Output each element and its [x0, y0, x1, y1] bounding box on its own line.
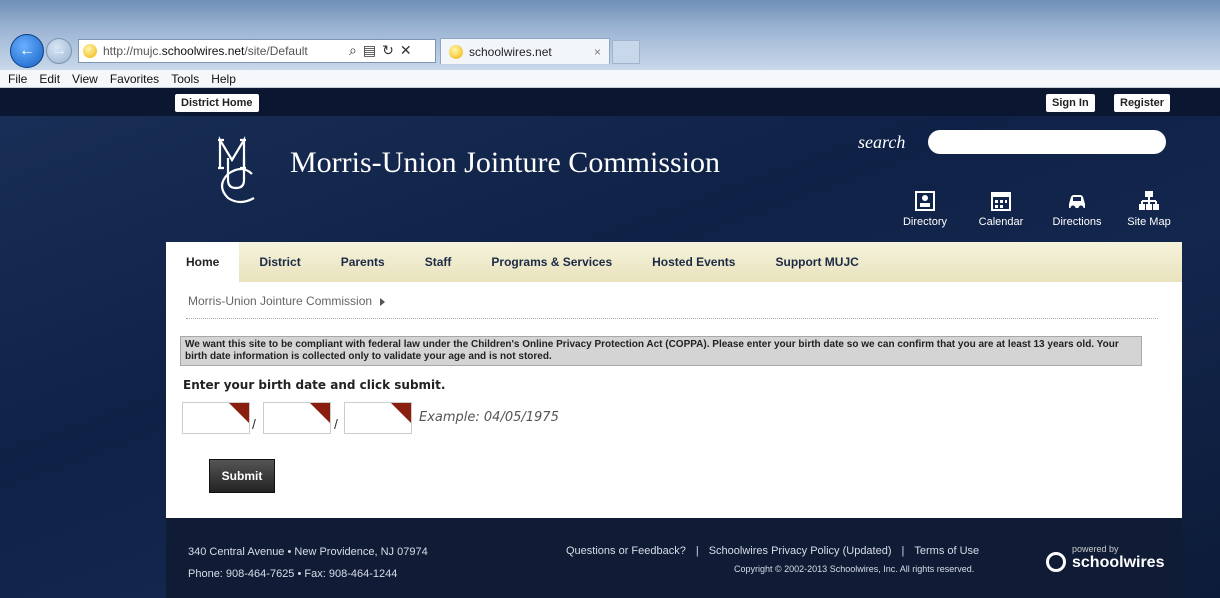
- footer-separator: |: [901, 545, 905, 557]
- quick-link-label: Calendar: [978, 216, 1024, 228]
- page-favicon-icon: [83, 44, 97, 58]
- footer-links: Questions or Feedback? | Schoolwires Pri…: [566, 545, 979, 557]
- quick-link-site-map[interactable]: Site Map: [1114, 190, 1184, 228]
- site-search-input[interactable]: [928, 130, 1166, 154]
- date-separator: /: [334, 416, 338, 432]
- schoolwires-brand: schoolwires: [1072, 554, 1165, 571]
- menu-favorites[interactable]: Favorites: [110, 72, 159, 86]
- nav-district[interactable]: District: [239, 242, 320, 282]
- birth-year-select[interactable]: [344, 402, 412, 434]
- mujc-logo-icon[interactable]: [212, 134, 262, 206]
- sign-in-button[interactable]: Sign In: [1046, 94, 1095, 112]
- nav-staff[interactable]: Staff: [405, 242, 472, 282]
- site-header: Morris-Union Jointure Commission search …: [166, 116, 1182, 242]
- car-icon: [1069, 195, 1085, 211]
- register-button[interactable]: Register: [1114, 94, 1171, 112]
- site-footer: 340 Central Avenue • New Providence, NJ …: [166, 518, 1182, 598]
- address-bar[interactable]: http://mujc.schoolwires.net/site/Default…: [78, 39, 436, 63]
- menu-tools[interactable]: Tools: [171, 72, 199, 86]
- tab-favicon-icon: [449, 44, 463, 59]
- date-example: Example: 04/05/1975: [419, 410, 559, 425]
- search-icon[interactable]: ⌕: [349, 43, 357, 59]
- nav-support-mujc[interactable]: Support MUJC: [755, 242, 878, 282]
- new-tab-button[interactable]: [612, 40, 640, 64]
- sitemap-icon: [1139, 191, 1159, 210]
- web-page: District Home Sign In Register Morris-Un…: [0, 88, 1220, 598]
- breadcrumb-arrow-icon: [380, 297, 386, 306]
- footer-phone: Phone: 908-464-7625 • Fax: 908-464-1244: [188, 568, 398, 580]
- quick-link-calendar[interactable]: Calendar: [966, 190, 1036, 228]
- copyright-text: Copyright © 2002-2013 Schoolwires, Inc. …: [734, 564, 975, 574]
- divider: [186, 318, 1158, 319]
- birth-day-select[interactable]: [263, 402, 331, 434]
- date-separator: /: [252, 416, 256, 432]
- feedback-link[interactable]: Questions or Feedback?: [566, 545, 686, 557]
- nav-parents[interactable]: Parents: [321, 242, 405, 282]
- main-content: Morris-Union Jointure Commission We want…: [166, 282, 1182, 518]
- browser-chrome: ← → http://mujc.schoolwires.net/site/Def…: [0, 0, 1220, 70]
- quick-link-label: Directory: [902, 216, 947, 228]
- compatibility-view-icon[interactable]: ▤: [363, 43, 376, 59]
- coppa-notice: We want this site to be compliant with f…: [180, 336, 1142, 366]
- back-arrow-icon: ←: [19, 42, 35, 59]
- quick-link-directory[interactable]: Directory: [890, 190, 960, 228]
- birth-month-select[interactable]: [182, 402, 250, 434]
- quick-link-directions[interactable]: Directions: [1042, 190, 1112, 228]
- browser-menubar: File Edit View Favorites Tools Help: [0, 70, 1220, 88]
- powered-by-schoolwires[interactable]: powered by schoolwires: [1042, 544, 1164, 574]
- forward-button[interactable]: →: [46, 38, 72, 64]
- menu-edit[interactable]: Edit: [39, 72, 60, 86]
- tab-title: schoolwires.net: [469, 44, 552, 59]
- search-label: search: [858, 132, 906, 152]
- footer-address: 340 Central Avenue • New Providence, NJ …: [188, 546, 428, 558]
- forward-arrow-icon: →: [51, 42, 67, 59]
- submit-button[interactable]: Submit: [209, 459, 275, 493]
- privacy-policy-link[interactable]: Schoolwires Privacy Policy (Updated): [709, 545, 892, 557]
- back-button[interactable]: ←: [10, 34, 44, 68]
- breadcrumb-link[interactable]: Morris-Union Jointure Commission: [188, 294, 372, 308]
- nav-home[interactable]: Home: [166, 242, 240, 282]
- breadcrumb: Morris-Union Jointure Commission: [188, 294, 386, 308]
- birth-date-heading: Enter your birth date and click submit.: [183, 378, 446, 392]
- menu-file[interactable]: File: [8, 72, 27, 86]
- site-title[interactable]: Morris-Union Jointure Commission: [290, 146, 720, 180]
- nav-programs-services[interactable]: Programs & Services: [471, 242, 632, 282]
- stop-icon[interactable]: ✕: [400, 43, 412, 59]
- powered-by-label: powered by: [1072, 544, 1119, 554]
- main-nav: Home District Parents Staff Programs & S…: [166, 242, 1182, 282]
- menu-help[interactable]: Help: [211, 72, 236, 86]
- refresh-icon[interactable]: ↻: [382, 43, 394, 59]
- nav-hosted-events[interactable]: Hosted Events: [632, 242, 755, 282]
- district-home-button[interactable]: District Home: [175, 94, 259, 112]
- utility-bar: District Home Sign In Register: [0, 88, 1220, 116]
- menu-view[interactable]: View: [72, 72, 98, 86]
- quick-link-label: Site Map: [1127, 216, 1171, 228]
- footer-separator: |: [695, 545, 699, 557]
- schoolwires-logo-icon: [1046, 552, 1066, 572]
- address-url[interactable]: http://mujc.schoolwires.net/site/Default: [103, 44, 343, 58]
- quick-link-label: Directions: [1052, 216, 1102, 228]
- tab-close-icon[interactable]: ×: [594, 45, 601, 59]
- browser-tab[interactable]: schoolwires.net ×: [440, 38, 610, 64]
- calendar-icon: [991, 192, 1011, 211]
- directory-icon: [915, 191, 935, 211]
- terms-of-use-link[interactable]: Terms of Use: [914, 545, 979, 557]
